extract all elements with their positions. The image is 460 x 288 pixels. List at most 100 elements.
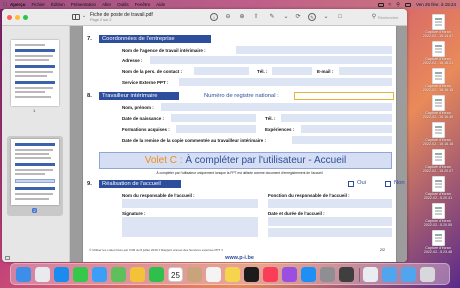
zoom-out-icon[interactable]: ⊖ (224, 13, 232, 21)
menu-aide[interactable]: Aide (156, 2, 165, 7)
volet-c-label: Volet C : (144, 155, 183, 166)
rotate-icon[interactable]: ⟳ (294, 13, 302, 21)
system-preferences-icon[interactable] (320, 267, 335, 282)
tv-icon[interactable] (244, 267, 259, 282)
search-icon[interactable]: ⚲ (370, 13, 378, 21)
menu-edition[interactable]: Édition (51, 2, 65, 7)
screenshot-file-icon (431, 122, 445, 138)
preview-icon[interactable] (363, 267, 378, 282)
reminders-icon[interactable] (206, 267, 221, 282)
experience-field[interactable] (301, 125, 392, 133)
podcasts-icon[interactable] (282, 267, 297, 282)
non-checkbox[interactable] (385, 181, 391, 187)
contact-field[interactable] (194, 67, 249, 75)
music-icon[interactable] (263, 267, 278, 282)
messages-icon[interactable] (73, 267, 88, 282)
oui-checkbox[interactable] (348, 181, 354, 187)
zoom-in-icon[interactable]: ⊕ (238, 13, 246, 21)
safari-icon[interactable] (54, 267, 69, 282)
resp-func-field[interactable] (268, 199, 392, 208)
tel-field[interactable] (272, 67, 312, 75)
dob-field[interactable] (171, 114, 256, 122)
desktop-file[interactable]: Capture d'écran 2022-02...15.15.21 (418, 41, 458, 65)
highlight-pen-icon[interactable]: ✎ (268, 13, 276, 21)
screenshot-file-icon (431, 14, 445, 30)
photos-icon[interactable] (130, 267, 145, 282)
menu-outils[interactable]: Outils (117, 2, 129, 7)
facetime-icon[interactable] (149, 267, 164, 282)
name-field[interactable] (161, 103, 392, 111)
notes-icon[interactable] (225, 267, 240, 282)
email-field[interactable] (339, 67, 392, 75)
menu-aller[interactable]: Aller (102, 2, 111, 7)
spotlight-search-icon[interactable]: ⚲ (396, 2, 400, 8)
zoom-window-button[interactable] (23, 15, 28, 20)
contact-label: Nom de la pers. de contact : (122, 69, 183, 74)
menu-presentation[interactable]: Présentation (71, 2, 96, 7)
app-store-icon[interactable] (301, 267, 316, 282)
worker-tel-field[interactable] (281, 114, 392, 122)
form-fill-icon[interactable]: □ (336, 13, 344, 21)
agency-field[interactable] (236, 46, 392, 54)
non-label: Non (394, 180, 405, 186)
title-bar: ⌄ Fiche de poste de travail.pdf Page 2 s… (2, 9, 407, 26)
ppt-field[interactable] (179, 78, 392, 86)
regnum-field[interactable] (294, 92, 394, 100)
documents-folder-icon[interactable] (401, 267, 416, 282)
search-field[interactable]: Rechercher (378, 15, 399, 20)
name-label: Nom, prénom : (122, 105, 154, 110)
sidebar-toggle-icon[interactable] (72, 14, 80, 20)
wifi-icon[interactable]: ≈ (389, 2, 392, 8)
desktop-file[interactable]: Capture d'écran 2022-02...15.16.15 (418, 68, 458, 92)
footer-link[interactable]: www.p-i.be (83, 255, 396, 261)
section-8-header: Travailleur intérimaire (99, 92, 179, 100)
contacts-icon[interactable] (187, 267, 202, 282)
page-thumbnail-2[interactable] (11, 139, 59, 205)
markup-icon[interactable]: ✎ (308, 13, 316, 21)
close-window-button[interactable] (7, 15, 12, 20)
date-duration-field-2[interactable] (268, 228, 392, 237)
desktop-file[interactable]: Capture d'écran 2022-02...5.20.41 (418, 176, 458, 200)
date-duration-field[interactable] (268, 217, 392, 226)
screenshot-file-icon (431, 68, 445, 84)
trash-icon[interactable] (420, 267, 435, 282)
desktop-file[interactable]: Capture d'écran 2022-02...15.18.18 (418, 122, 458, 146)
address-field[interactable] (150, 56, 392, 64)
delivery-field[interactable] (292, 136, 392, 144)
battery-icon[interactable] (377, 2, 384, 7)
minimize-window-button[interactable] (15, 15, 20, 20)
mail-icon[interactable] (92, 267, 107, 282)
info-icon[interactable]: i (210, 13, 218, 21)
menu-bar:  Aperçu Fichier Édition Présentation Al… (0, 0, 460, 9)
resp-name-field[interactable] (122, 199, 258, 208)
screen-time-icon[interactable] (339, 267, 354, 282)
control-center-icon[interactable] (404, 2, 411, 7)
chevron-down-icon[interactable]: ⌄ (82, 13, 86, 19)
address-label: Adresse : (122, 58, 143, 63)
maps-icon[interactable] (111, 267, 126, 282)
training-label: Formations acquises : (122, 127, 170, 132)
document-view[interactable]: 7. Coordonnées de l'entreprise Nom de l'… (70, 26, 407, 262)
desktop-file[interactable]: Capture d'écran 2022-02...5.23.48 (418, 230, 458, 254)
sidebar-options-icon[interactable] (5, 256, 10, 260)
desktop-file[interactable]: Capture d'écran 2022-02...15.20.07 (418, 149, 458, 173)
launchpad-icon[interactable] (35, 267, 50, 282)
menu-clock[interactable]: Ven 26 févr. à 15:24 (416, 2, 456, 7)
downloads-folder-icon[interactable] (382, 267, 397, 282)
apple-logo-icon[interactable]:  (0, 2, 10, 8)
menu-app-name[interactable]: Aperçu (10, 2, 26, 7)
chevron-down-small-icon[interactable]: ⌄ (282, 13, 290, 21)
desktop-file[interactable]: Capture d'écran 2022-02...15.16.49 (418, 95, 458, 119)
menu-fichier[interactable]: Fichier (32, 2, 46, 7)
chevron-down-markup-icon[interactable]: ⌄ (322, 13, 330, 21)
desktop-file[interactable]: Capture d'écran 2022-02...15.14.47 (418, 14, 458, 38)
training-field[interactable] (176, 125, 256, 133)
signature-field[interactable] (122, 217, 258, 237)
finder-icon[interactable] (16, 267, 31, 282)
page-thumbnail-1[interactable] (11, 40, 59, 106)
desktop-file[interactable]: Capture d'écran 2022-02...5.20.55 (418, 203, 458, 227)
calendar-icon[interactable]: 25 (168, 267, 183, 282)
share-icon[interactable]: ⇧ (252, 13, 260, 21)
menu-fenetre[interactable]: Fenêtre (135, 2, 151, 7)
section-7-header: Coordonnées de l'entreprise (99, 35, 211, 43)
